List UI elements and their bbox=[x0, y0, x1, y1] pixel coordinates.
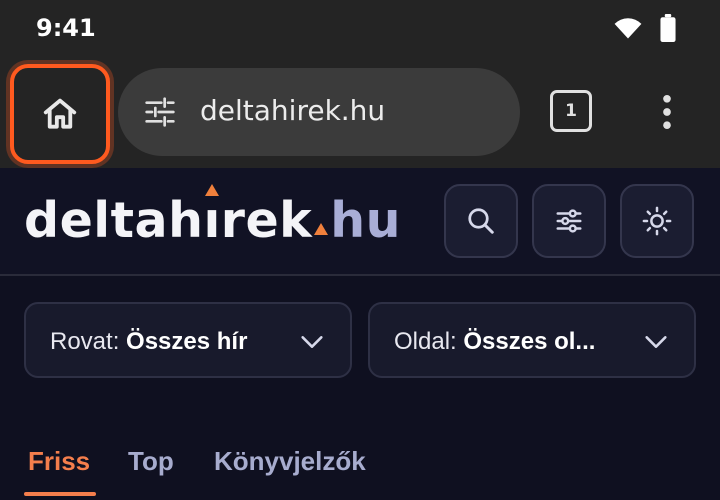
site-logo[interactable]: deltahı rek hu bbox=[24, 184, 402, 249]
battery-icon bbox=[660, 14, 676, 42]
logo-part: deltah bbox=[24, 192, 204, 249]
sliders-icon bbox=[556, 209, 582, 233]
oldal-label: Oldal: bbox=[394, 328, 464, 355]
tab-friss[interactable]: Friss bbox=[28, 446, 90, 477]
rovat-select[interactable]: Rovat: Összes hír bbox=[24, 302, 352, 378]
logo-dot-icon bbox=[314, 223, 329, 235]
status-time: 9:41 bbox=[36, 14, 96, 42]
rovat-label: Rovat: bbox=[50, 328, 127, 355]
wifi-icon bbox=[614, 18, 642, 39]
url-bar[interactable]: deltahirek.hu bbox=[118, 68, 520, 156]
browser-toolbar: deltahirek.hu 1 bbox=[0, 58, 720, 168]
search-icon bbox=[468, 208, 494, 234]
chevron-down-icon bbox=[645, 336, 667, 348]
logo-i-stem: ı bbox=[203, 192, 221, 249]
tab-konyvjelzok[interactable]: Könyvjelzők bbox=[214, 446, 366, 477]
chevron-down-icon bbox=[301, 336, 323, 348]
rovat-value: Összes hír bbox=[126, 328, 248, 355]
tab-switcher-button[interactable]: 1 bbox=[550, 90, 592, 132]
url-text[interactable]: deltahirek.hu bbox=[200, 94, 385, 127]
logo-caret-icon bbox=[205, 184, 220, 196]
tab-top[interactable]: Top bbox=[128, 446, 174, 477]
logo-i: ı bbox=[203, 184, 221, 249]
sun-icon bbox=[642, 206, 672, 236]
logo-part: rek bbox=[220, 192, 313, 249]
site-header: deltahı rek hu bbox=[0, 168, 720, 276]
rovat-select-text: Rovat: Összes hír bbox=[50, 328, 286, 356]
oldal-select-text: Oldal: Összes ol... bbox=[394, 328, 630, 356]
feed-tabs: Friss Top Könyvjelzők bbox=[0, 440, 720, 500]
oldal-value: Összes ol... bbox=[463, 328, 596, 355]
theme-toggle-button[interactable] bbox=[620, 184, 694, 258]
status-bar: 9:41 bbox=[0, 0, 720, 58]
logo-tld: hu bbox=[330, 192, 402, 249]
oldal-select[interactable]: Oldal: Összes ol... bbox=[368, 302, 696, 378]
home-button[interactable] bbox=[10, 64, 110, 164]
home-icon bbox=[43, 98, 77, 129]
active-tab-indicator bbox=[24, 492, 96, 496]
filter-button[interactable] bbox=[532, 184, 606, 258]
search-button[interactable] bbox=[444, 184, 518, 258]
tune-icon[interactable] bbox=[144, 96, 176, 128]
more-vert-icon[interactable] bbox=[652, 94, 682, 130]
